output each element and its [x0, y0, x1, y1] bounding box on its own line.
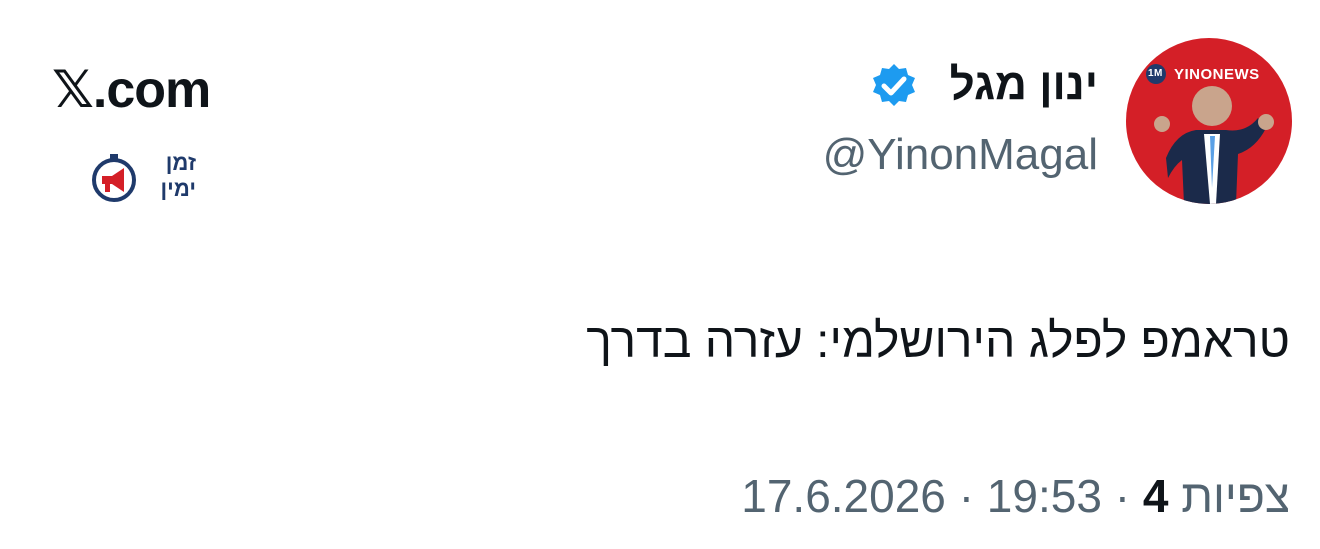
- brand-line-2: ימין: [160, 176, 196, 201]
- verified-badge-icon: [870, 62, 918, 110]
- tweet-time[interactable]: 19:53: [987, 470, 1102, 522]
- megaphone-clock-icon: [92, 154, 136, 202]
- avatar-badge-prefix: 1M: [1148, 68, 1163, 79]
- avatar-image: [1146, 64, 1274, 204]
- tweet-text: טראמפ לפלג הירושלמי: עזרה בדרך: [586, 315, 1290, 368]
- views-count[interactable]: 4: [1143, 470, 1169, 522]
- site-label: 𝕏.com: [52, 61, 211, 119]
- separator: ·: [958, 470, 975, 522]
- separator: ·: [1114, 470, 1131, 522]
- avatar[interactable]: 1M YINONEWS: [1126, 38, 1292, 204]
- views-label[interactable]: צפיות: [1181, 470, 1290, 522]
- author-name[interactable]: ינון מגל: [950, 58, 1098, 112]
- tweet-meta: צפיות 4 · 19:53 · 17.6.2026: [741, 468, 1290, 524]
- brand-line-1: זמן: [165, 150, 196, 175]
- tweet-date[interactable]: 17.6.2026: [741, 470, 946, 522]
- author-handle[interactable]: @YinonMagal: [823, 128, 1098, 182]
- brand-logo: זמן ימין: [90, 150, 210, 210]
- avatar-badge: YINONEWS: [1174, 66, 1260, 83]
